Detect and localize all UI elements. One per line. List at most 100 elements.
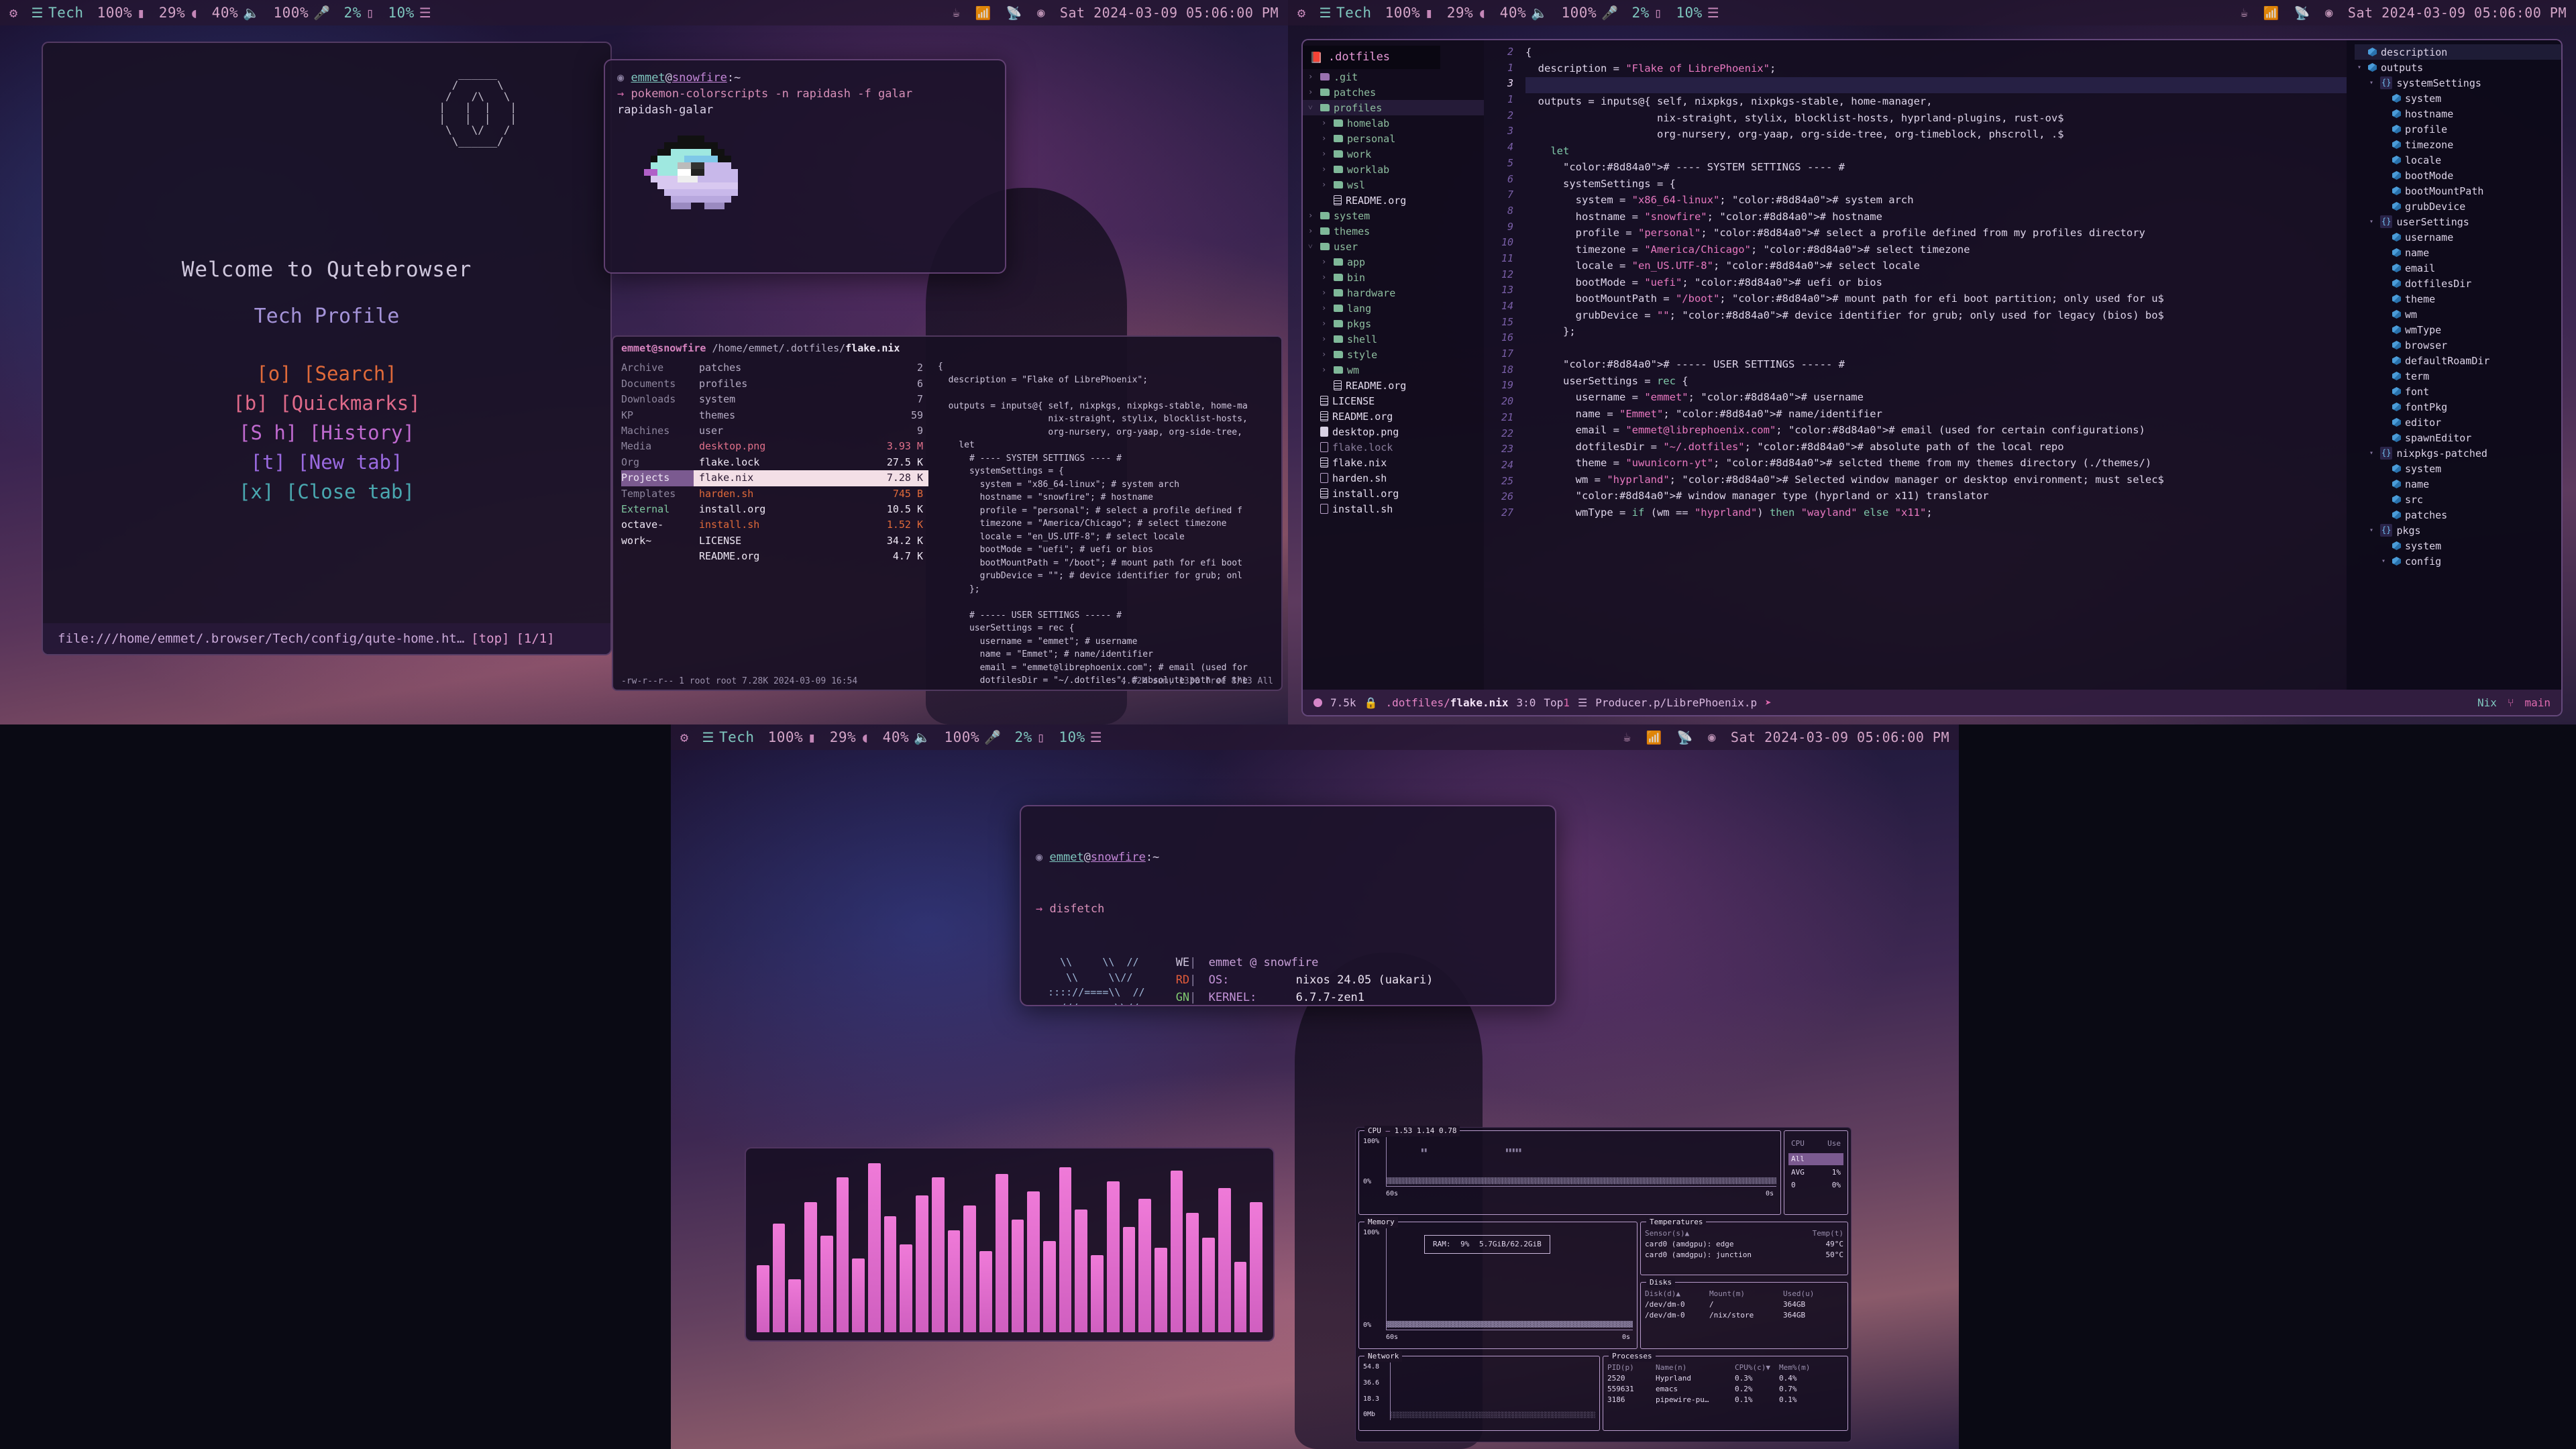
emacs-outline-item-fontPkg[interactable]: fontPkg bbox=[2355, 399, 2561, 415]
emacs-outline-item-name[interactable]: name bbox=[2355, 245, 2561, 260]
no-coffee-icon[interactable]: ☕ bbox=[2241, 5, 2249, 20]
emacs-tree-item-flake-lock[interactable]: flake.lock bbox=[1303, 439, 1484, 455]
gear-icon[interactable]: ⚙ bbox=[1297, 5, 1306, 21]
pokemon-terminal-window[interactable]: ◉ emmet@snowfire:~ → pokemon-colorscript… bbox=[604, 59, 1006, 274]
emacs-tree-item-style[interactable]: › style bbox=[1303, 347, 1484, 362]
emacs-tree-item-desktop-png[interactable]: desktop.png bbox=[1303, 424, 1484, 439]
record-icon[interactable]: ◉ bbox=[1708, 730, 1716, 745]
emacs-tree-item-harden-sh[interactable]: harden.sh bbox=[1303, 470, 1484, 486]
ranger-parent-item[interactable]: Templates bbox=[621, 486, 694, 502]
emacs-outline-item-theme[interactable]: theme bbox=[2355, 291, 2561, 307]
emacs-outline-item-font[interactable]: font bbox=[2355, 384, 2561, 399]
emacs-outline-item-wm[interactable]: wm bbox=[2355, 307, 2561, 322]
emacs-outline-item-system[interactable]: system bbox=[2355, 91, 2561, 106]
chevron-right-icon[interactable]: › bbox=[1322, 148, 1330, 160]
emacs-outline-item-systemSettings[interactable]: ▾ {} systemSettings bbox=[2355, 75, 2561, 91]
emacs-tree-item-lang[interactable]: › lang bbox=[1303, 301, 1484, 316]
ranger-parent-item[interactable]: External bbox=[621, 502, 694, 517]
btop-process-row[interactable]: 559631 emacs 0.2% 0.7% bbox=[1607, 1384, 1843, 1395]
emacs-outline-item-wmType[interactable]: wmType bbox=[2355, 322, 2561, 337]
emacs-tree-item-personal[interactable]: › personal bbox=[1303, 131, 1484, 146]
bluetooth-icon[interactable]: 📶 bbox=[975, 5, 991, 21]
emacs-tree-item-patches[interactable]: › patches bbox=[1303, 85, 1484, 100]
emacs-outline-item-browser[interactable]: browser bbox=[2355, 337, 2561, 353]
emacs-outline-item-patches[interactable]: patches bbox=[2355, 507, 2561, 523]
chevron-down-icon[interactable]: ˅ bbox=[1308, 101, 1316, 114]
emacs-outline-item-spawnEditor[interactable]: spawnEditor bbox=[2355, 430, 2561, 445]
chevron-right-icon[interactable]: › bbox=[1322, 348, 1330, 361]
btop-proc-col-pid[interactable]: PID(p) bbox=[1607, 1362, 1656, 1373]
record-icon[interactable]: ◉ bbox=[1037, 5, 1045, 20]
emacs-tree-item-user[interactable]: ˅ user bbox=[1303, 239, 1484, 254]
emacs-outline-item-description[interactable]: description bbox=[2355, 44, 2561, 60]
ranger-column-parent[interactable]: Archive Documents Downloads KP Machines Media… bbox=[613, 360, 694, 690]
emacs-source-code[interactable]: { description = "Flake of LibrePhoenix";… bbox=[1520, 40, 2347, 690]
ranger-file-row[interactable]: harden.sh 745 B bbox=[694, 486, 928, 502]
emacs-outline-item-username[interactable]: username bbox=[2355, 229, 2561, 245]
emacs-outline-item-bootMode[interactable]: bootMode bbox=[2355, 168, 2561, 183]
btop-process-row[interactable]: 2520 Hyprland 0.3% 0.4% bbox=[1607, 1373, 1843, 1384]
chevron-right-icon[interactable]: › bbox=[1322, 333, 1330, 345]
chevron-right-icon[interactable]: › bbox=[1308, 70, 1316, 83]
ranger-file-row[interactable]: README.org 4.7 K bbox=[694, 549, 928, 564]
emacs-tree-item-hardware[interactable]: › hardware bbox=[1303, 285, 1484, 301]
wifi-signal-icon[interactable]: 📡 bbox=[1006, 5, 1022, 21]
emacs-outline-item-nixpkgs-patched[interactable]: ▾ {} nixpkgs-patched bbox=[2355, 445, 2561, 461]
chevron-right-icon[interactable]: › bbox=[1322, 178, 1330, 191]
waybar-workspace[interactable]: Tech bbox=[1336, 5, 1372, 21]
ranger-file-row[interactable]: desktop.png 3.93 M bbox=[694, 439, 928, 454]
chevron-right-icon[interactable]: › bbox=[1322, 317, 1330, 330]
emacs-outline-item-editor[interactable]: editor bbox=[2355, 415, 2561, 430]
emacs-tree-item-README-org[interactable]: README.org bbox=[1303, 378, 1484, 393]
qutebrowser-url[interactable]: file:///home/emmet/.browser/Tech/config/… bbox=[58, 631, 464, 646]
hamburger-icon[interactable]: ☰ bbox=[1090, 729, 1102, 745]
emacs-code-area[interactable]: 2 1 3 1 2 3 4 5 6 7 8 9 10 11 12 13 14 15 16 17 18 19 20 21 22 23… bbox=[1484, 40, 2347, 690]
emacs-major-mode[interactable]: Nix bbox=[2477, 696, 2497, 709]
emacs-outline-item-locale[interactable]: locale bbox=[2355, 152, 2561, 168]
emacs-tree-item-LICENSE[interactable]: LICENSE bbox=[1303, 393, 1484, 409]
btop-disk-col-mount[interactable]: Mount(m) bbox=[1709, 1289, 1783, 1299]
emacs-outline-item-userSettings[interactable]: ▾ {} userSettings bbox=[2355, 214, 2561, 229]
emacs-tree-item-shell[interactable]: › shell bbox=[1303, 331, 1484, 347]
chevron-down-icon[interactable]: ▾ bbox=[2369, 217, 2376, 227]
chevron-down-icon[interactable]: ▾ bbox=[2369, 525, 2376, 536]
emacs-outline-item-timezone[interactable]: timezone bbox=[2355, 137, 2561, 152]
btop-cpu-use-box[interactable]: CPU Use All AVG 1% 0 0% bbox=[1784, 1130, 1848, 1215]
qutebrowser-menu-item-4[interactable]: [x] [Close tab] bbox=[43, 477, 610, 506]
ranger-parent-item[interactable]: Documents bbox=[621, 376, 694, 392]
chevron-down-icon[interactable]: ▾ bbox=[2369, 448, 2376, 459]
ranger-parent-item[interactable]: Machines bbox=[621, 423, 694, 439]
ranger-file-row[interactable]: system 7 bbox=[694, 392, 928, 407]
emacs-tree-item-wm[interactable]: › wm bbox=[1303, 362, 1484, 378]
hamburger-icon[interactable]: ☰ bbox=[419, 5, 431, 21]
ranger-file-row[interactable]: install.sh 1.52 K bbox=[694, 517, 928, 533]
no-coffee-icon[interactable]: ☕ bbox=[953, 5, 961, 20]
btop-proc-col-name[interactable]: Name(n) bbox=[1656, 1362, 1735, 1373]
ranger-column-current[interactable]: patches 2 profiles 6 system 7 themes 59 user 9 des… bbox=[694, 360, 928, 690]
ranger-file-row[interactable]: profiles 6 bbox=[694, 376, 928, 392]
emacs-tree-item-README-org[interactable]: README.org bbox=[1303, 409, 1484, 424]
emacs-tree-item-profiles[interactable]: ˅ profiles bbox=[1303, 100, 1484, 116]
btop-process-row[interactable]: 3186 pipewire-pu… 0.1% 0.1% bbox=[1607, 1395, 1843, 1405]
qutebrowser-menu-item-3[interactable]: [t] [New tab] bbox=[43, 447, 610, 477]
record-icon[interactable]: ◉ bbox=[2325, 5, 2333, 20]
chevron-right-icon[interactable]: › bbox=[1322, 256, 1330, 268]
btop-processes-box[interactable]: Processes PID(p) Name(n) CPU%(c)▼ Mem%(m… bbox=[1603, 1351, 1848, 1431]
emacs-tree-item-app[interactable]: › app bbox=[1303, 254, 1484, 270]
emacs-outline-item-term[interactable]: term bbox=[2355, 368, 2561, 384]
emacs-outline-item-bootMountPath[interactable]: bootMountPath bbox=[2355, 183, 2561, 199]
ranger-parent-item[interactable]: Org bbox=[621, 455, 694, 470]
waybar-workspace[interactable]: Tech bbox=[48, 5, 84, 21]
btop-disk-col-used[interactable]: Used(u) bbox=[1783, 1289, 1814, 1299]
qutebrowser-menu-item-1[interactable]: [b] [Quickmarks] bbox=[43, 388, 610, 418]
chevron-right-icon[interactable]: › bbox=[1322, 271, 1330, 284]
chevron-right-icon[interactable]: › bbox=[1308, 225, 1316, 237]
emacs-tree-item--git[interactable]: › .git bbox=[1303, 69, 1484, 85]
disfetch-terminal-window[interactable]: ◉ emmet@snowfire:~ → disfetch \\ \\ // \… bbox=[1020, 805, 1556, 1006]
emacs-tree-item-worklab[interactable]: › worklab bbox=[1303, 162, 1484, 177]
btop-proc-col-cpu[interactable]: CPU%(c)▼ bbox=[1735, 1362, 1779, 1373]
emacs-outline-item-name[interactable]: name bbox=[2355, 476, 2561, 492]
btop-system-monitor[interactable]: CPU — 1.53 1.14 0.78 100% 0% ▒▒▒▒▒▒▒▒▒▒▒… bbox=[1355, 1126, 1851, 1442]
btop-temp-col-sensor[interactable]: Sensor(s)▲ bbox=[1645, 1228, 1689, 1239]
emacs-symbol-outline[interactable]: description ▾ outputs ▾{} systemSettings syst… bbox=[2347, 40, 2561, 690]
